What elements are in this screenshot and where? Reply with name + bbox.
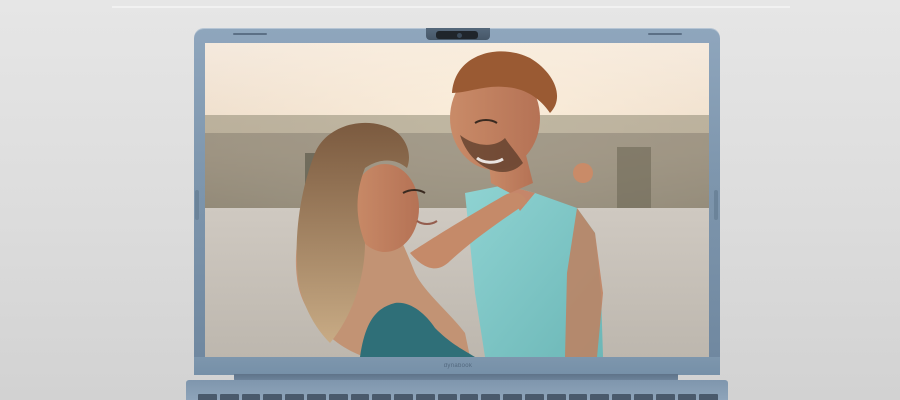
- keyboard-key: [655, 394, 675, 400]
- keyboard-key: [219, 394, 239, 400]
- bezel-sensor-left: [233, 33, 267, 35]
- screen-photo: [205, 43, 709, 357]
- lid-side-edge-right: [714, 190, 718, 220]
- keyboard-key: [306, 394, 326, 400]
- keyboard-key: [394, 394, 413, 400]
- keyboard-key: [633, 394, 653, 400]
- keyboard-key: [198, 394, 217, 400]
- lid-side-edge-left: [195, 190, 199, 220]
- keyboard-key: [328, 394, 348, 400]
- keyboard-key: [437, 394, 457, 400]
- woman-hand: [573, 163, 593, 183]
- bridge-pillar: [617, 147, 651, 209]
- keyboard-key: [699, 394, 719, 400]
- keyboard-key: [241, 394, 261, 400]
- keyboard-key: [285, 394, 304, 400]
- keyboard-key: [677, 394, 697, 400]
- keyboard-key: [546, 394, 566, 400]
- keyboard-key: [350, 394, 370, 400]
- keyboard-key: [481, 394, 501, 400]
- bezel-sensor-right: [648, 33, 682, 35]
- keyboard-row: [198, 394, 719, 400]
- webcam-icon: [457, 33, 462, 38]
- keyboard-key: [263, 394, 283, 400]
- keyboard-key: [568, 394, 588, 400]
- keyboard-key: [415, 394, 435, 400]
- keyboard-key: [612, 394, 631, 400]
- keyboard-key: [590, 394, 610, 400]
- keyboard-key: [524, 394, 544, 400]
- background-highlight-line: [112, 6, 790, 8]
- keyboard-key: [372, 394, 392, 400]
- keyboard-key: [503, 394, 522, 400]
- brand-logo: dynabook: [443, 363, 473, 369]
- laptop-screen: [205, 43, 709, 357]
- keyboard-key: [459, 394, 479, 400]
